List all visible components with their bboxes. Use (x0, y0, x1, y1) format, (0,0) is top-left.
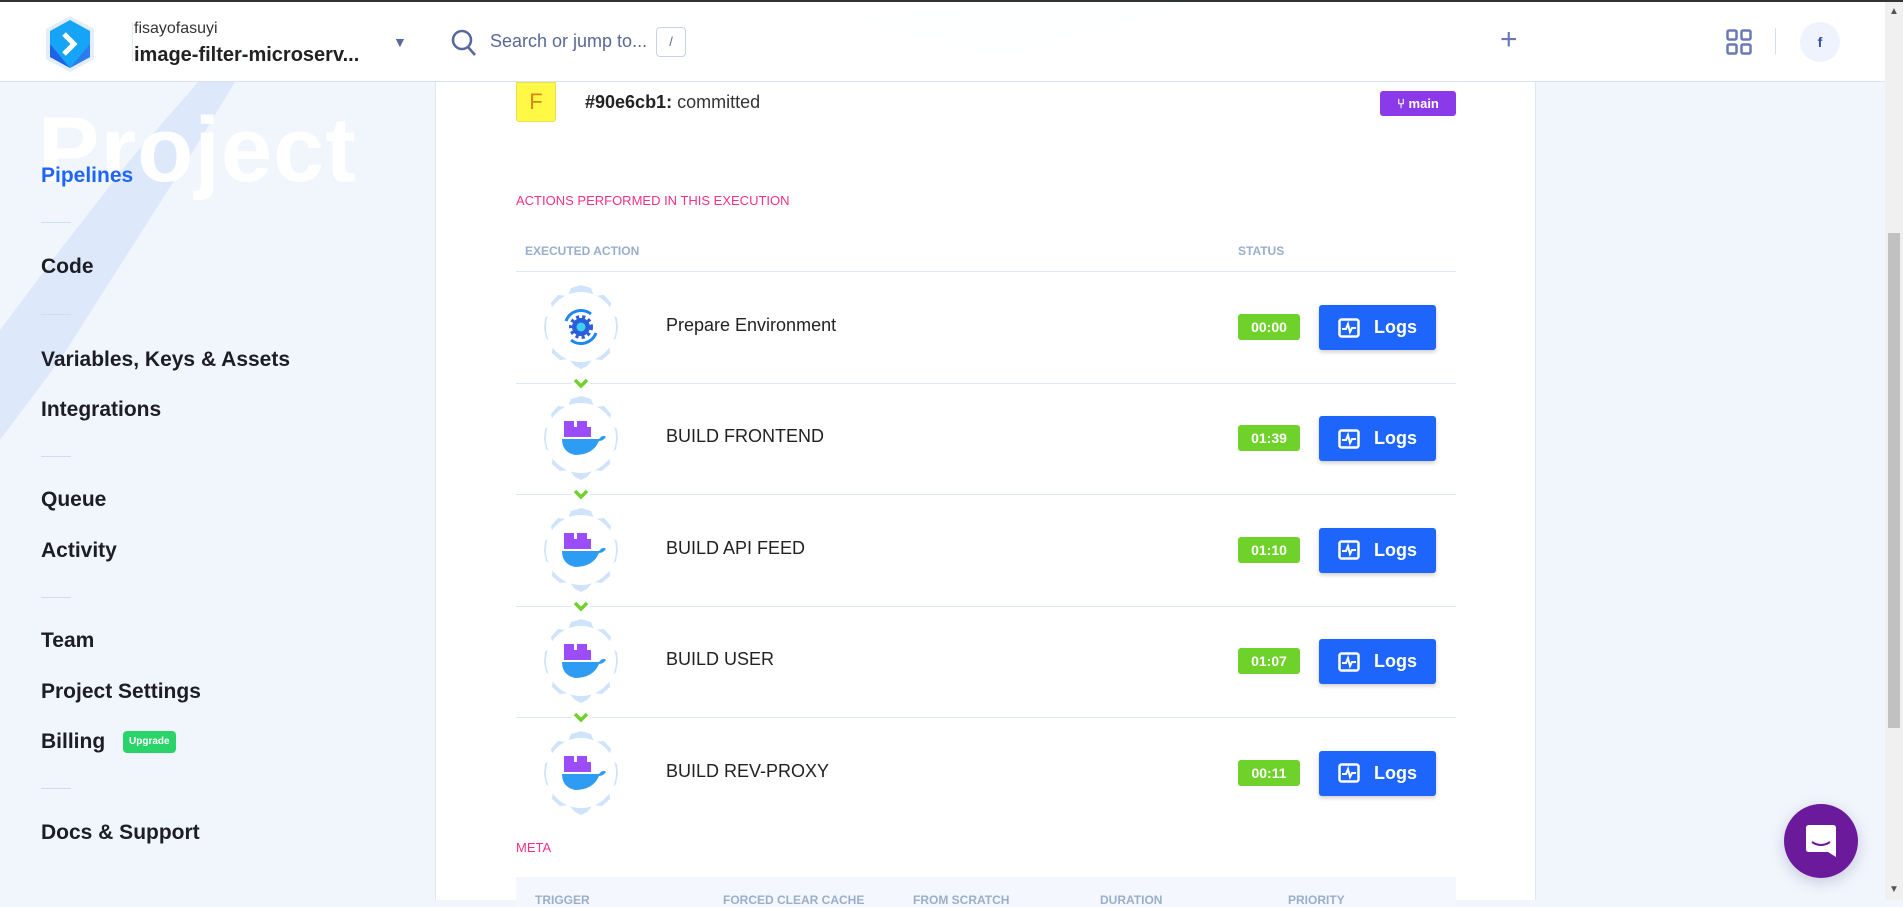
project-name[interactable]: image-filter-microserv... (134, 44, 359, 67)
sidebar-divider (41, 788, 71, 789)
status-duration-badge: 01:07 (1238, 648, 1300, 675)
meta-col-priority: PRIORITY (1288, 893, 1345, 907)
branch-name: main (1408, 96, 1439, 111)
project-dropdown-icon[interactable]: ▼ (393, 34, 407, 50)
status-duration-badge: 01:10 (1238, 536, 1300, 563)
sidebar-divider (41, 222, 71, 223)
docker-icon (544, 396, 618, 481)
sidebar-item-team[interactable]: Team (41, 629, 94, 653)
docker-icon (544, 507, 618, 592)
branch-icon: ⑂ (1397, 96, 1409, 111)
action-name: BUILD USER (666, 649, 775, 670)
search-input[interactable]: Search or jump to... (490, 31, 647, 52)
logs-label: Logs (1374, 762, 1417, 783)
scrollbar-thumb[interactable] (1888, 233, 1900, 728)
top-header (0, 2, 1885, 82)
header-divider (132, 22, 133, 62)
committer-avatar: F (516, 82, 556, 122)
docker-icon (544, 619, 618, 704)
logs-label: Logs (1374, 317, 1417, 337)
sidebar-divider (41, 314, 71, 315)
logs-button[interactable]: Logs (1319, 305, 1436, 350)
status-duration-badge: 01:39 (1238, 425, 1300, 452)
col-executed-action: EXECUTED ACTION (525, 244, 640, 258)
sidebar-divider (41, 456, 71, 457)
logs-button[interactable]: Logs (1319, 639, 1436, 685)
action-name: BUILD REV-PROXY (666, 760, 830, 781)
org-name[interactable]: fisayofasuyi (134, 20, 218, 38)
app-logo-icon[interactable] (42, 14, 98, 74)
sidebar-item-code[interactable]: Code (41, 255, 94, 279)
search-shortcut-hint: / (656, 27, 686, 57)
col-status: STATUS (1238, 244, 1285, 258)
scroll-down-icon[interactable]: ▼ (1888, 884, 1900, 896)
scroll-up-icon[interactable]: ▲ (1888, 6, 1900, 18)
meta-col-forced-clear-cache: FORCED CLEAR CACHE (723, 893, 865, 907)
action-name: Prepare Environment (666, 315, 837, 335)
actions-section-title: ACTIONS PERFORMED IN THIS EXECUTION (516, 193, 790, 208)
activity-monitor-icon (1338, 317, 1360, 338)
user-avatar[interactable]: f (1800, 22, 1840, 62)
sidebar-item-queue[interactable]: Queue (41, 488, 106, 512)
action-row: BUILD REV-PROXY 00:11 Logs (516, 718, 1456, 829)
logs-button[interactable]: Logs (1319, 750, 1436, 796)
logs-button[interactable]: Logs (1319, 416, 1436, 462)
chat-icon (1806, 825, 1836, 857)
search-icon[interactable] (450, 28, 478, 58)
prepare-environment-icon (544, 285, 618, 369)
status-duration-badge: 00:11 (1238, 759, 1300, 786)
meta-section-title: META (516, 840, 552, 855)
logs-label: Logs (1374, 428, 1417, 449)
add-icon[interactable]: + (1500, 22, 1518, 58)
sidebar-item-billing[interactable]: Billing (41, 730, 105, 754)
action-row: BUILD USER 01:07 Logs (516, 606, 1456, 717)
action-row: BUILD FRONTEND 01:39 Logs (516, 383, 1456, 494)
commit-message: committed (677, 92, 761, 112)
meta-col-trigger: TRIGGER (535, 893, 590, 907)
sidebar-item-pipelines[interactable]: Pipelines (41, 164, 133, 188)
action-row: Prepare Environment 00:00 Logs (516, 272, 1456, 383)
commit-hash: #90e6cb1: (585, 92, 673, 112)
sidebar-item-project-settings[interactable]: Project Settings (41, 680, 201, 704)
apps-grid-icon[interactable] (1726, 29, 1752, 55)
activity-monitor-icon (1338, 540, 1360, 561)
docker-icon (544, 730, 618, 815)
meta-col-duration: DURATION (1100, 893, 1163, 907)
header-divider (1775, 28, 1776, 54)
sidebar-divider (41, 597, 71, 598)
status-duration-badge: 00:00 (1238, 314, 1300, 340)
chat-launcher-button[interactable] (1784, 804, 1858, 878)
activity-monitor-icon (1338, 651, 1360, 672)
logs-label: Logs (1374, 651, 1417, 672)
activity-monitor-icon (1338, 429, 1360, 449)
action-name: BUILD FRONTEND (666, 426, 825, 447)
logs-button[interactable]: Logs (1319, 527, 1436, 573)
branch-badge[interactable]: ⑂ main (1380, 91, 1456, 116)
action-row: BUILD API FEED 01:10 Logs (516, 495, 1456, 606)
logs-label: Logs (1374, 539, 1417, 560)
meta-col-from-scratch: FROM SCRATCH (913, 893, 1010, 907)
upgrade-badge[interactable]: Upgrade (123, 731, 176, 753)
sidebar-item-docs-support[interactable]: Docs & Support (41, 821, 200, 845)
action-name: BUILD API FEED (666, 537, 806, 558)
sidebar-item-variables[interactable]: Variables, Keys & Assets (41, 348, 290, 372)
sidebar-item-activity[interactable]: Activity (41, 539, 117, 563)
activity-monitor-icon (1338, 763, 1360, 783)
sidebar-item-integrations[interactable]: Integrations (41, 398, 161, 422)
commit-info: #90e6cb1: committed (585, 92, 760, 113)
